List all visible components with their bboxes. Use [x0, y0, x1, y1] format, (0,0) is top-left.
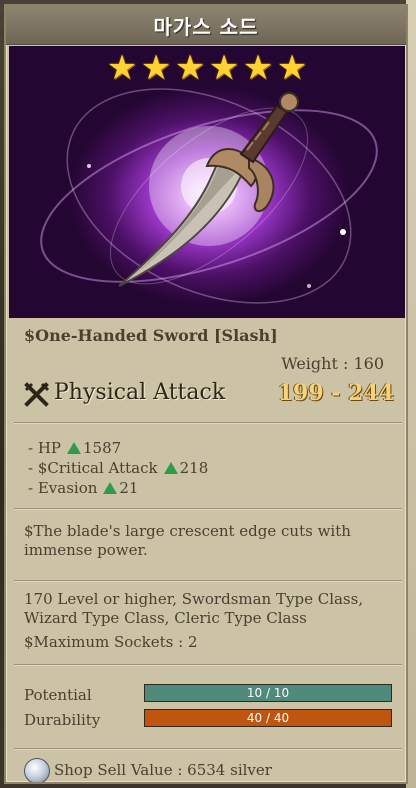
attack-value: 199 - 244 — [277, 380, 394, 406]
tooltip-title-bar: 마가스 소드 — [6, 6, 406, 45]
stat-critical-attack: - $Critical Attack 218 — [28, 458, 208, 478]
attack-label: Physical Attack — [54, 380, 226, 405]
star-icon: ★ — [276, 48, 308, 88]
potential-bar: 10 / 10 — [144, 684, 392, 702]
item-name: 마가스 소드 — [153, 14, 259, 39]
silver-coin-icon — [24, 758, 50, 782]
stat-value: 21 — [119, 479, 139, 497]
divider — [14, 748, 402, 750]
stat-label: - $Critical Attack — [28, 459, 158, 477]
bonus-stats: - HP 1587 - $Critical Attack 218 - Evasi… — [28, 438, 208, 498]
star-icon: ★ — [174, 48, 206, 88]
stat-label: - HP — [28, 439, 62, 457]
crossed-swords-icon — [24, 382, 50, 407]
stat-label: - Evasion — [28, 479, 98, 497]
stat-evasion: - Evasion 21 — [28, 478, 208, 498]
divider — [14, 422, 402, 424]
divider — [14, 508, 402, 510]
up-triangle-icon — [67, 442, 82, 454]
star-rating: ★ ★ ★ ★ ★ ★ — [9, 48, 405, 88]
star-icon: ★ — [208, 48, 240, 88]
item-artwork: ★ ★ ★ ★ ★ ★ — [9, 46, 405, 318]
up-triangle-icon — [163, 462, 178, 474]
stat-value: 1587 — [83, 439, 122, 457]
star-icon: ★ — [106, 48, 138, 88]
attack-stat: Physical Attack 199 - 244 — [24, 380, 394, 412]
sword-illustration — [40, 88, 378, 304]
sell-value-row: Shop Sell Value : 6534 silver — [24, 758, 394, 782]
item-tooltip: 마가스 소드 ★ ★ ★ ★ ★ ★ $One-Handed Sword [Sl… — [4, 4, 408, 784]
stat-hp: - HP 1587 — [28, 438, 208, 458]
star-icon: ★ — [140, 48, 172, 88]
durability-row: Durability 40 / 40 — [24, 709, 394, 731]
potential-value: 10 / 10 — [246, 686, 290, 700]
item-type: $One-Handed Sword [Slash] — [24, 326, 278, 345]
item-requirements: 170 Level or higher, Swordsman Type Clas… — [24, 590, 364, 627]
potential-row: Potential 10 / 10 — [24, 684, 394, 706]
potential-label: Potential — [24, 686, 92, 704]
item-description: $The blade's large crescent edge cuts wi… — [24, 522, 351, 559]
item-weight: Weight : 160 — [281, 354, 384, 373]
sell-value: Shop Sell Value : 6534 silver — [54, 761, 272, 779]
divider — [14, 664, 402, 666]
durability-value: 40 / 40 — [246, 711, 290, 725]
max-sockets: $Maximum Sockets : 2 — [24, 633, 198, 651]
divider — [14, 580, 402, 582]
durability-bar: 40 / 40 — [144, 709, 392, 727]
stat-value: 218 — [179, 459, 209, 477]
star-icon: ★ — [242, 48, 274, 88]
up-triangle-icon — [103, 482, 118, 494]
durability-label: Durability — [24, 711, 101, 729]
